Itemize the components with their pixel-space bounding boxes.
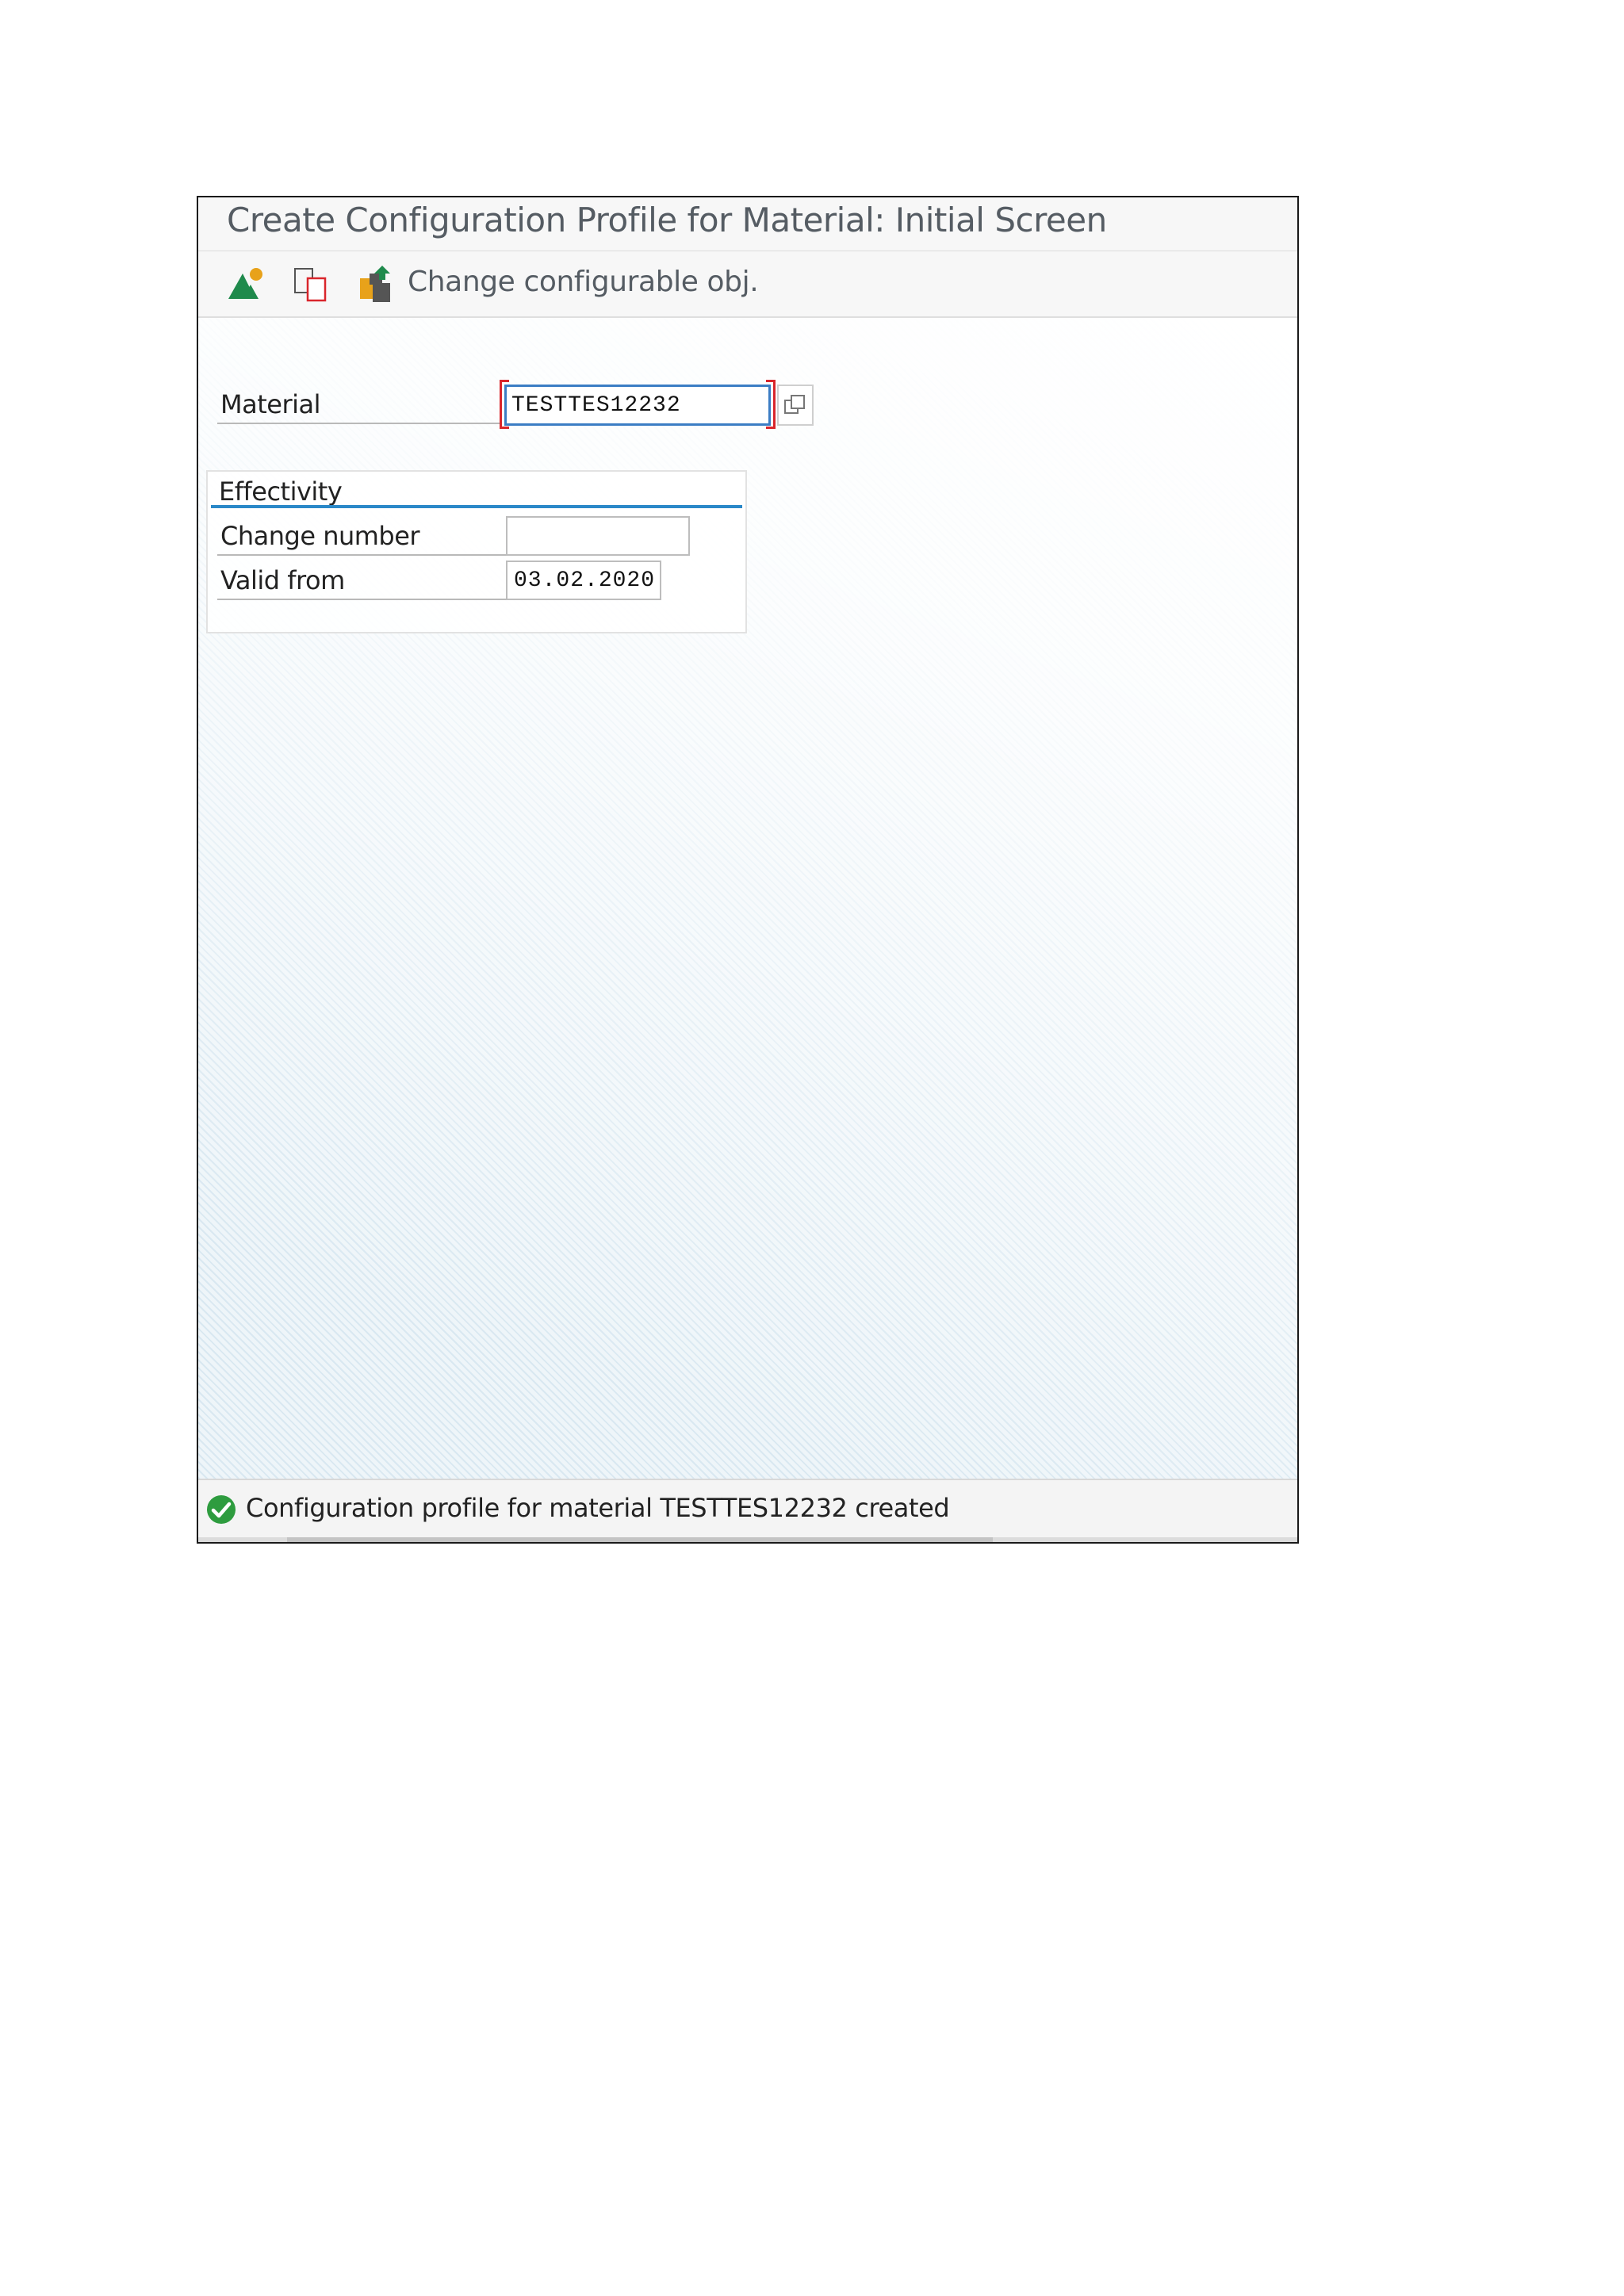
- success-icon: [206, 1494, 236, 1529]
- main-content: Material TESTTES12232 Effectivity Change…: [198, 318, 1297, 1479]
- status-bar: Configuration profile for material TESTT…: [198, 1479, 1297, 1542]
- required-bracket-right: [766, 380, 776, 429]
- change-number-underline: [217, 554, 508, 556]
- title-bar: Create Configuration Profile for Materia…: [198, 197, 1297, 251]
- copy-icon[interactable]: [292, 264, 331, 304]
- page-title: Create Configuration Profile for Materia…: [227, 201, 1107, 239]
- effectivity-title: Effectivity: [219, 476, 343, 507]
- application-toolbar: Change configurable obj.: [198, 251, 1297, 318]
- status-bar-segment: [287, 1537, 993, 1542]
- change-configurable-object-button[interactable]: Change configurable obj.: [408, 266, 759, 298]
- change-number-label: Change number: [220, 521, 420, 551]
- effectivity-group: Effectivity Change number Valid from 03.…: [206, 470, 747, 633]
- material-label: Material: [220, 389, 321, 419]
- configurable-object-icon[interactable]: [358, 264, 398, 304]
- material-label-underline: [217, 423, 500, 424]
- valid-from-input[interactable]: 03.02.2020: [506, 561, 661, 600]
- value-help-button[interactable]: [777, 385, 814, 426]
- sap-window: Create Configuration Profile for Materia…: [197, 196, 1299, 1544]
- status-bar-track: [198, 1537, 1297, 1542]
- change-number-input[interactable]: [506, 516, 690, 556]
- status-message[interactable]: Configuration profile for material TESTT…: [246, 1493, 950, 1523]
- valid-from-label: Valid from: [220, 565, 345, 595]
- classification-icon[interactable]: [227, 264, 266, 304]
- valid-from-underline: [217, 599, 508, 600]
- effectivity-title-underline: [211, 505, 742, 508]
- value-help-icon: [784, 395, 805, 414]
- material-input[interactable]: TESTTES12232: [504, 385, 771, 426]
